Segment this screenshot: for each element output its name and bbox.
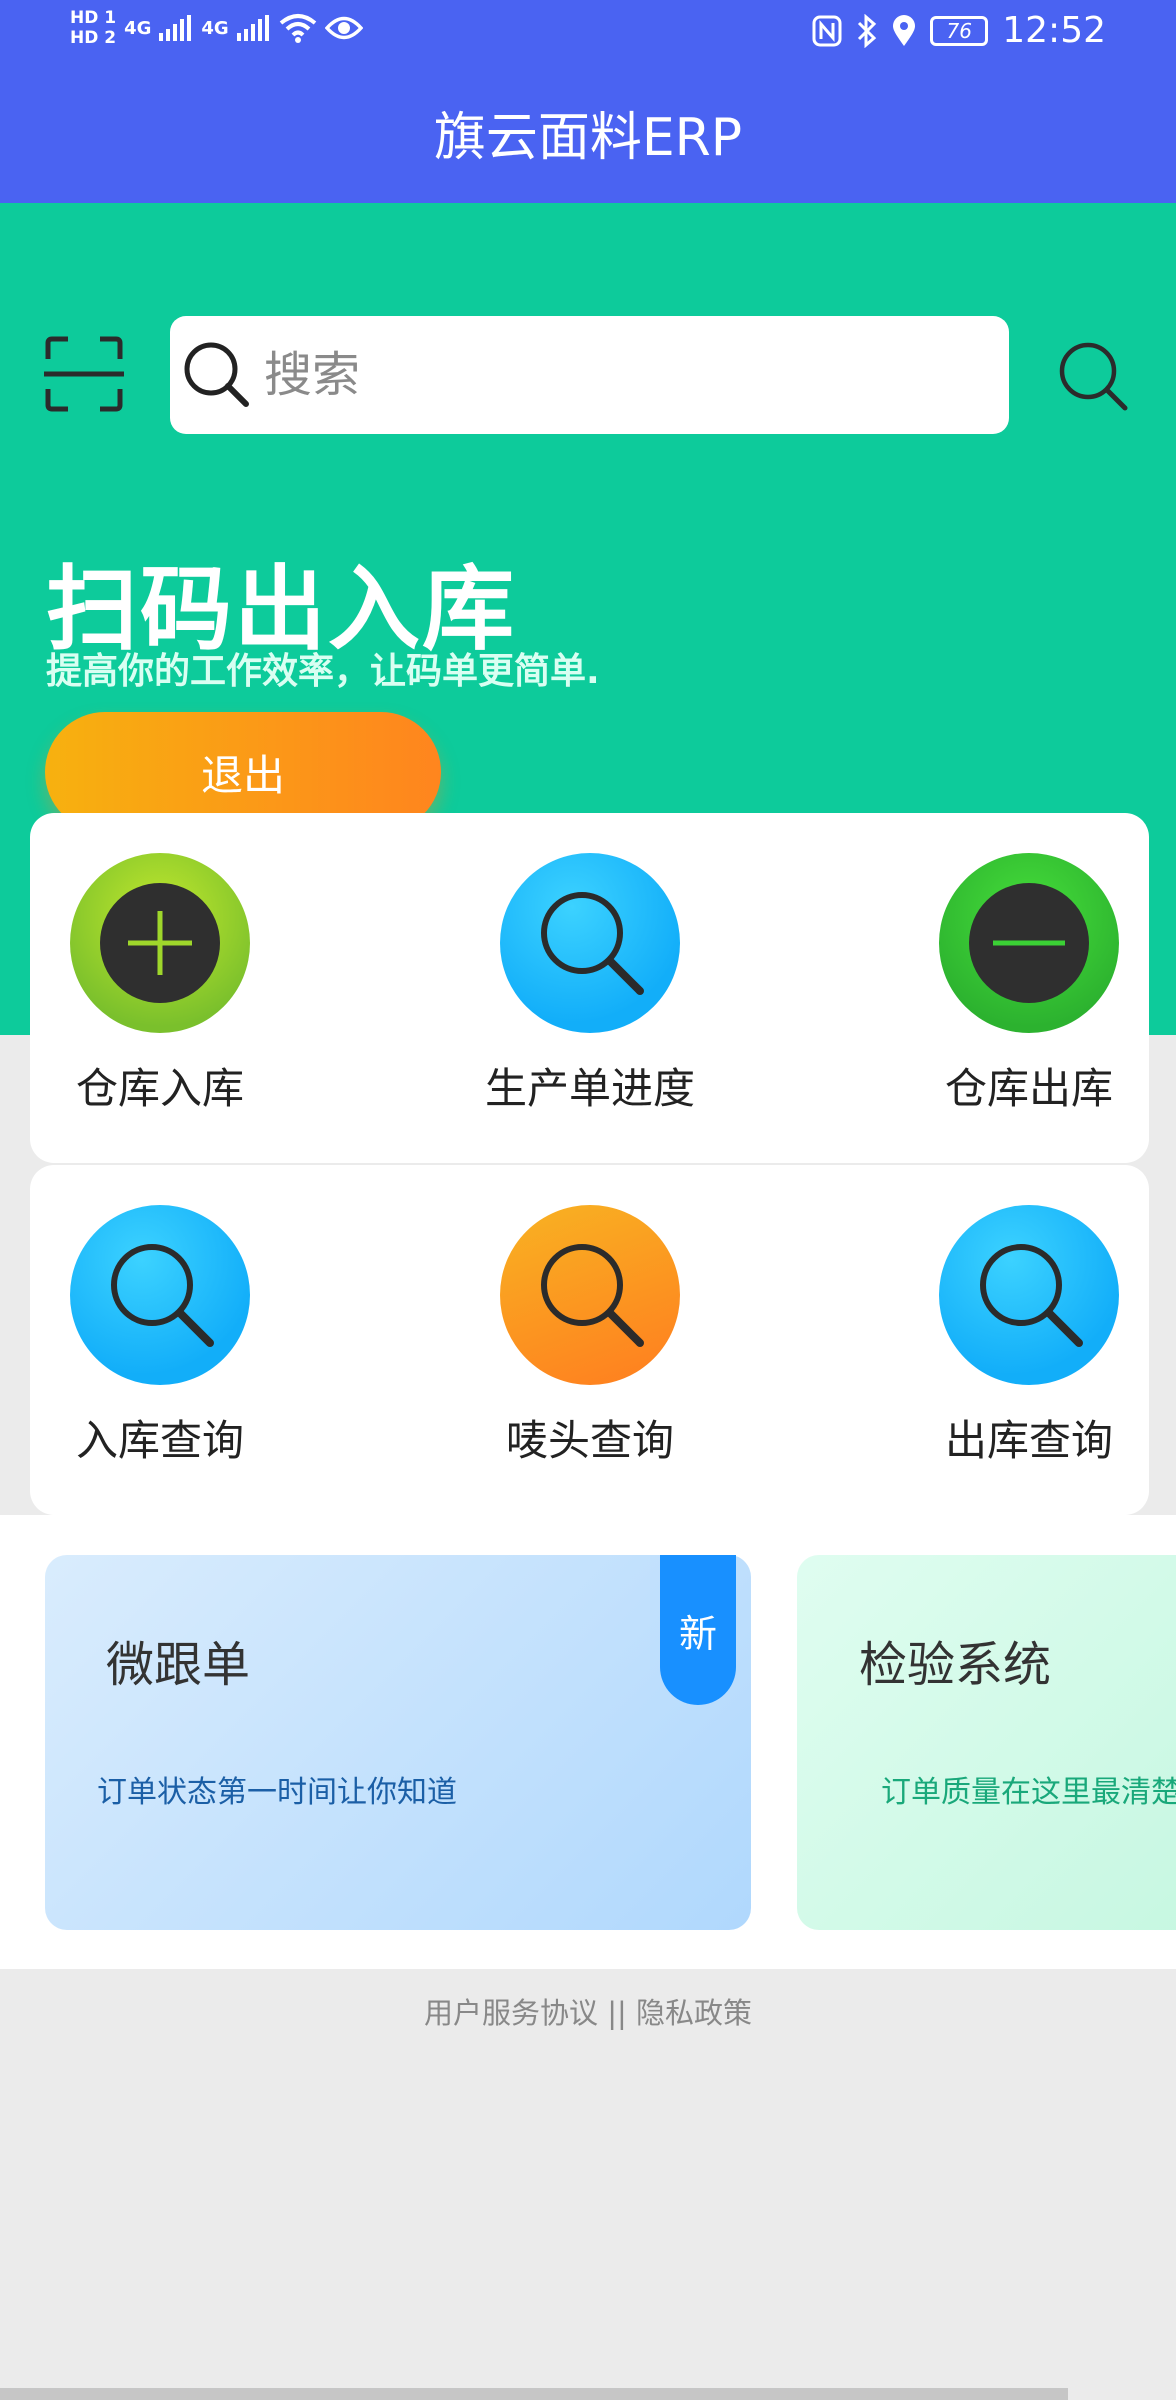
promo-card-inspection[interactable]: 检验系统 订单质量在这里最清楚 <box>797 1555 1176 1930</box>
warehouse-inbound-button[interactable]: 仓库入库 <box>30 853 290 1116</box>
minus-icon <box>939 853 1119 1033</box>
nfc-icon <box>812 15 842 46</box>
function-label: 仓库出库 <box>944 1064 1113 1113</box>
outbound-query-button[interactable]: 出库查询 <box>899 1205 1159 1468</box>
function-card-row-1: 仓库入库 生产单进度 仓库出库 <box>30 813 1149 1163</box>
app-title: 旗云面料ERP <box>433 108 743 168</box>
search-icon[interactable] <box>1055 338 1133 416</box>
search-icon <box>70 1205 250 1385</box>
search-box[interactable] <box>170 316 1009 434</box>
warehouse-outbound-button[interactable]: 仓库出库 <box>899 853 1159 1116</box>
function-label: 生产单进度 <box>484 1064 695 1113</box>
footer-links[interactable]: 用户服务协议 || 隐私政策 <box>0 1990 1176 2032</box>
mark-query-button[interactable]: 唛头查询 <box>460 1205 720 1468</box>
scroll-indicator <box>0 2388 1068 2400</box>
signal-icon <box>236 15 269 41</box>
promo-title: 检验系统 <box>859 1637 1052 1693</box>
function-label: 入库查询 <box>75 1416 244 1465</box>
function-label: 唛头查询 <box>505 1416 674 1465</box>
sim1-label: HD 1 <box>70 8 117 28</box>
status-bar: HD 1 HD 2 4G 4G 76 12:52 <box>0 0 1176 70</box>
clock: 12:52 <box>1002 10 1106 51</box>
battery-icon: 76 <box>930 15 989 46</box>
wifi-icon <box>279 14 316 43</box>
function-label: 仓库入库 <box>75 1064 244 1113</box>
scan-icon[interactable] <box>44 335 124 413</box>
search-input[interactable] <box>264 347 964 403</box>
promo-description: 订单状态第一时间让你知道 <box>97 1775 457 1810</box>
app-title-bar: 旗云面料ERP <box>0 70 1176 203</box>
sim-indicator: HD 1 HD 2 <box>70 8 116 48</box>
search-icon <box>184 342 249 407</box>
bluetooth-icon <box>858 13 877 48</box>
sim2-label: HD 2 <box>70 28 117 48</box>
promo-title: 微跟单 <box>106 1637 251 1693</box>
eye-icon <box>324 16 363 40</box>
network-label-2: 4G <box>201 17 229 39</box>
promo-description: 订单质量在这里最清楚 <box>881 1775 1176 1810</box>
location-icon <box>893 14 916 46</box>
function-card-row-2: 入库查询 唛头查询 出库查询 <box>30 1165 1149 1515</box>
plus-icon <box>70 853 250 1033</box>
inbound-query-button[interactable]: 入库查询 <box>30 1205 290 1468</box>
new-badge: 新 <box>660 1555 736 1705</box>
hero-subtitle: 提高你的工作效率，让码单更简单. <box>46 651 600 692</box>
promo-card-tracking[interactable]: 微跟单 订单状态第一时间让你知道 新 <box>45 1555 751 1930</box>
status-right: 76 12:52 <box>812 10 1106 51</box>
signal-icon <box>159 15 192 41</box>
search-icon <box>500 853 680 1033</box>
production-progress-button[interactable]: 生产单进度 <box>460 853 720 1116</box>
function-label: 出库查询 <box>944 1416 1113 1465</box>
search-icon <box>500 1205 680 1385</box>
search-icon <box>939 1205 1119 1385</box>
status-left: HD 1 HD 2 4G 4G <box>70 8 363 48</box>
network-label-1: 4G <box>124 17 152 39</box>
